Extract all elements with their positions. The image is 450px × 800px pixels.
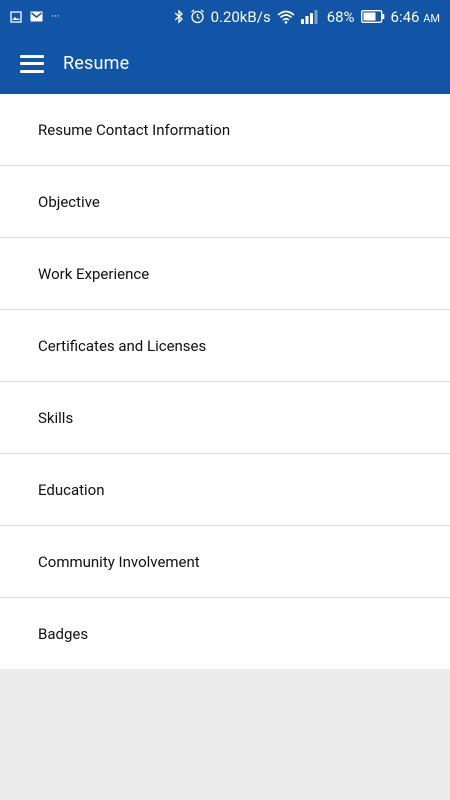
status-bar: ··· 0.20kB/s 68% 6:46 AM: [0, 0, 450, 33]
list-item-badges[interactable]: Badges: [0, 598, 450, 669]
page-title: Resume: [63, 53, 130, 74]
list-item-label: Work Experience: [38, 264, 150, 283]
app-bar: Resume: [0, 33, 450, 94]
resume-sections-list: Resume Contact Information Objective Wor…: [0, 94, 450, 669]
list-item-community-involvement[interactable]: Community Involvement: [0, 526, 450, 598]
list-item-label: Skills: [38, 408, 74, 427]
clock-time: 6:46: [390, 7, 420, 26]
list-item-label: Community Involvement: [38, 552, 200, 571]
list-item-objective[interactable]: Objective: [0, 166, 450, 238]
hamburger-menu-icon[interactable]: [20, 54, 44, 73]
list-item-skills[interactable]: Skills: [0, 382, 450, 454]
alarm-icon: [190, 9, 204, 24]
status-left: ···: [10, 10, 68, 23]
menu-line: [20, 62, 44, 65]
network-speed: 0.20kB/s: [210, 7, 271, 26]
list-item-label: Badges: [38, 624, 89, 643]
more-notifications-icon: ···: [51, 10, 60, 23]
image-notification-icon: [10, 10, 22, 23]
list-item-label: Education: [38, 480, 105, 499]
battery-icon: [360, 10, 384, 23]
menu-line: [20, 69, 44, 73]
clock-ampm: AM: [423, 11, 440, 25]
battery-percent: 68%: [326, 7, 355, 26]
wifi-icon: [277, 10, 295, 24]
status-right: 0.20kB/s 68% 6:46 AM: [168, 8, 440, 26]
list-item-certificates[interactable]: Certificates and Licenses: [0, 310, 450, 382]
list-item-contact-information[interactable]: Resume Contact Information: [0, 94, 450, 166]
list-item-label: Objective: [38, 192, 100, 211]
list-item-education[interactable]: Education: [0, 454, 450, 526]
signal-icon: [300, 10, 318, 24]
bluetooth-icon: [174, 9, 183, 24]
list-item-work-experience[interactable]: Work Experience: [0, 238, 450, 310]
gmail-notification-icon: [30, 11, 43, 22]
list-item-label: Resume Contact Information: [38, 120, 231, 139]
list-item-label: Certificates and Licenses: [38, 336, 207, 355]
clock: 6:46 AM: [391, 8, 440, 26]
menu-line: [20, 54, 44, 58]
